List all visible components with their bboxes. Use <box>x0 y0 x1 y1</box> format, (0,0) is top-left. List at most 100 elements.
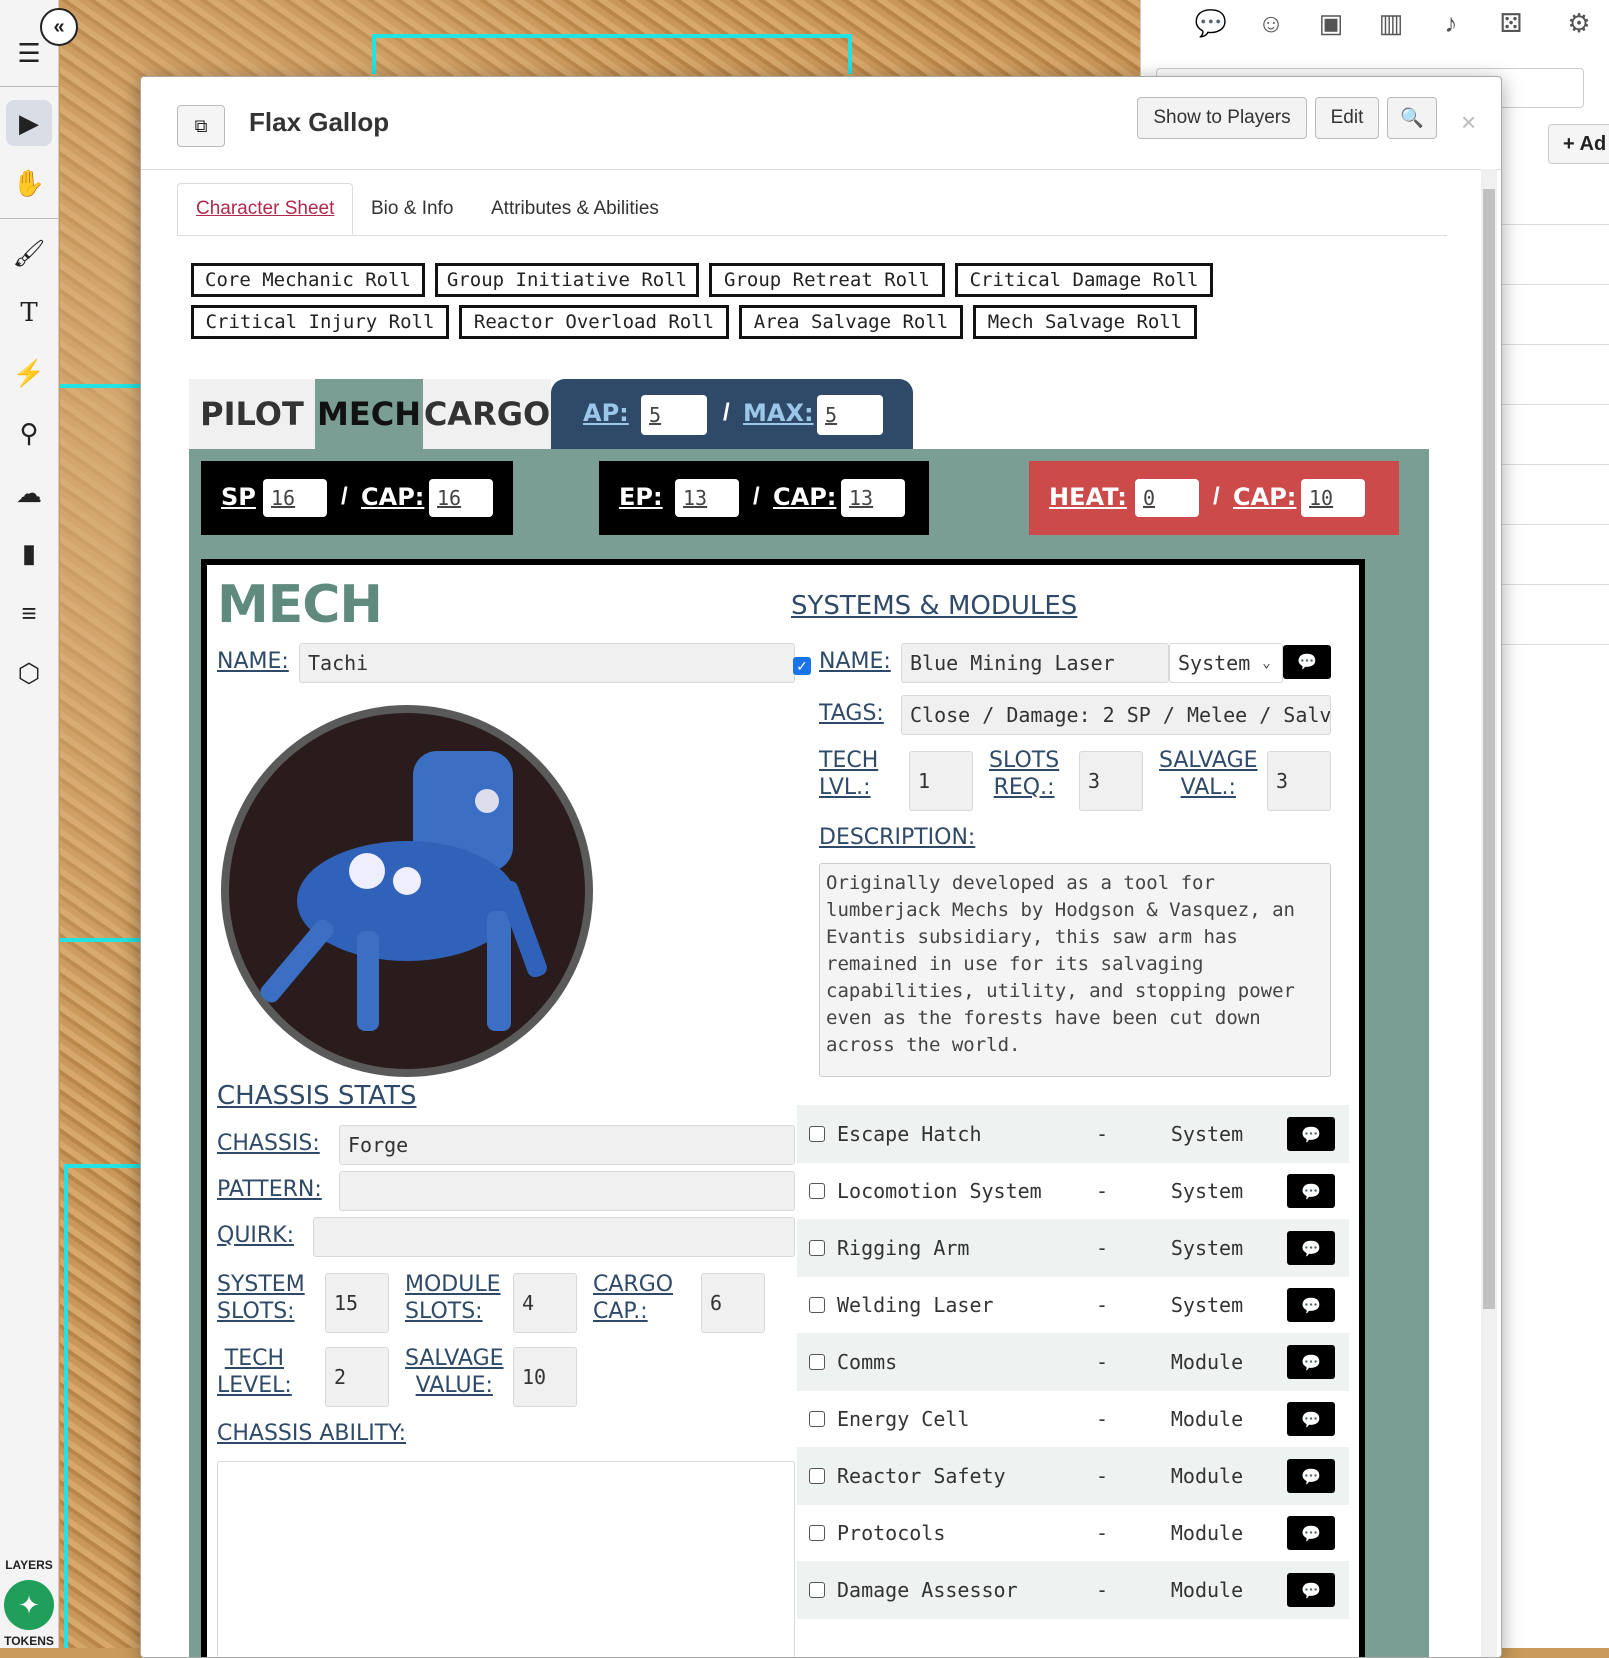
system-list-item: Energy Cell - Module 💬 <box>797 1390 1349 1448</box>
pattern-input[interactable] <box>339 1171 795 1211</box>
mech-tab-panel: SP 16 / CAP: 16 EP: 13 / CAP: 13 HEAT: 0… <box>189 449 1429 1657</box>
dialog-header: ⧉ Flax Gallop Show to Players Edit 🔍 × <box>141 77 1501 170</box>
tech-lvl-input[interactable]: 1 <box>909 751 973 811</box>
system-checkbox[interactable] <box>809 1183 825 1199</box>
tab-bio-info[interactable]: Bio & Info <box>353 183 471 235</box>
list-divider <box>1501 284 1609 285</box>
mech-name-input[interactable]: Tachi <box>299 643 795 683</box>
show-to-players-button[interactable]: Show to Players <box>1137 97 1307 139</box>
dice-icon[interactable]: ⬡ <box>6 650 52 696</box>
tech-level-input[interactable]: 2 <box>325 1347 389 1407</box>
system-checkbox[interactable] <box>809 1297 825 1313</box>
system-checkbox[interactable] <box>809 1411 825 1427</box>
system-checkbox[interactable] <box>809 1468 825 1484</box>
mech-portrait[interactable] <box>217 701 597 1081</box>
group-retreat-roll-button[interactable]: Group Retreat Roll <box>709 263 945 297</box>
slots-req-input[interactable]: 3 <box>1079 751 1143 811</box>
list-divider <box>1501 344 1609 345</box>
slots-req-label: SLOTS REQ.: <box>989 748 1060 800</box>
system-slots-input[interactable]: 15 <box>325 1273 389 1333</box>
tab-cargo[interactable]: CARGO <box>423 379 551 449</box>
chassis-input[interactable]: Forge <box>339 1125 795 1165</box>
settings-gear-icon[interactable]: ⚙ <box>1559 6 1599 40</box>
quirk-input[interactable] <box>313 1217 795 1257</box>
chat-icon[interactable]: 💬 <box>1287 1402 1335 1436</box>
journal-add-icon[interactable]: ▣ <box>1311 6 1351 40</box>
sp-cap-input[interactable]: 16 <box>429 479 493 517</box>
chat-icon[interactable]: 💬 <box>1191 6 1231 40</box>
group-initiative-roll-button[interactable]: Group Initiative Roll <box>435 263 699 297</box>
system-name-input[interactable]: Blue Mining Laser <box>901 643 1169 683</box>
weather-cloud-icon[interactable]: ☁ <box>6 470 52 516</box>
system-checkbox[interactable] <box>809 1525 825 1541</box>
system-active-checkbox[interactable]: ✓ <box>793 657 811 675</box>
chassis-ability-textarea[interactable] <box>217 1461 795 1657</box>
notes-icon[interactable]: ≡ <box>6 590 52 636</box>
tab-character-sheet[interactable]: Character Sheet <box>177 183 354 235</box>
search-icon[interactable]: 🔍 <box>1387 97 1437 139</box>
dialog-scrollbar[interactable] <box>1481 169 1497 1657</box>
collapse-toolbar-icon[interactable]: « <box>40 8 78 46</box>
mech-heading: MECH <box>217 575 383 635</box>
chat-icon[interactable]: 💬 <box>1287 1516 1335 1550</box>
tags-input[interactable]: Close / Damage: 2 SP / Melee / Salvag: <box>901 695 1331 735</box>
chat-icon[interactable]: 💬 <box>1287 1345 1335 1379</box>
add-button[interactable]: + Ad <box>1548 124 1609 164</box>
compendium-icon[interactable]: ▥ <box>1371 6 1411 40</box>
ep-cap-input[interactable]: 13 <box>841 479 905 517</box>
scroll-thumb[interactable] <box>1483 189 1495 1309</box>
chat-icon[interactable]: 💬 <box>1287 1573 1335 1607</box>
system-checkbox[interactable] <box>809 1354 825 1370</box>
brush-icon[interactable]: 🖌 <box>6 230 52 276</box>
heat-cap-input[interactable]: 10 <box>1301 479 1365 517</box>
system-type-select[interactable]: System ⌄ <box>1169 643 1283 683</box>
chat-icon[interactable]: 💬 <box>1287 1174 1335 1208</box>
popout-icon[interactable]: ⧉ <box>177 105 225 147</box>
heat-input[interactable]: 0 <box>1135 479 1199 517</box>
chat-icon[interactable]: 💬 <box>1283 645 1331 679</box>
system-checkbox[interactable] <box>809 1582 825 1598</box>
module-slots-input[interactable]: 4 <box>513 1273 577 1333</box>
mech-salvage-roll-button[interactable]: Mech Salvage Roll <box>973 305 1197 339</box>
system-checkbox[interactable] <box>809 1240 825 1256</box>
tab-mech[interactable]: MECH <box>315 379 423 449</box>
core-mechanic-roll-button[interactable]: Core Mechanic Roll <box>191 263 425 297</box>
heat-separator: / <box>1213 483 1220 510</box>
text-icon[interactable]: T <box>6 290 52 336</box>
salvage-val-input[interactable]: 3 <box>1267 751 1331 811</box>
salvage-value-input[interactable]: 10 <box>513 1347 577 1407</box>
jukebox-icon[interactable]: ♪ <box>1431 6 1471 40</box>
system-list-item: Locomotion System - System 💬 <box>797 1162 1349 1220</box>
critical-damage-roll-button[interactable]: Critical Damage Roll <box>955 263 1213 297</box>
select-icon[interactable]: ▶ <box>6 100 52 146</box>
map-region-line <box>60 938 140 942</box>
tab-attributes-abilities[interactable]: Attributes & Abilities <box>473 183 677 235</box>
ap-max-input[interactable]: 5 <box>817 395 883 435</box>
collections-icon[interactable]: ⚄ <box>1491 6 1531 40</box>
heat-cap-label: CAP: <box>1233 483 1297 511</box>
journal-icon[interactable]: ▮ <box>6 530 52 576</box>
token-layer-icon[interactable]: ✦ <box>4 1580 54 1630</box>
ep-input[interactable]: 13 <box>675 479 739 517</box>
map-region-line <box>64 1164 68 1648</box>
measure-icon[interactable]: ⚲ <box>6 410 52 456</box>
chat-icon[interactable]: 💬 <box>1287 1459 1335 1493</box>
pan-hand-icon[interactable]: ✋ <box>6 160 52 206</box>
close-icon[interactable]: × <box>1461 107 1476 138</box>
chat-icon[interactable]: 💬 <box>1287 1288 1335 1322</box>
area-salvage-roll-button[interactable]: Area Salvage Roll <box>739 305 963 339</box>
edit-button[interactable]: Edit <box>1315 97 1379 139</box>
cargo-cap-input[interactable]: 6 <box>701 1273 765 1333</box>
sp-input[interactable]: 16 <box>263 479 327 517</box>
chat-icon[interactable]: 💬 <box>1287 1231 1335 1265</box>
tab-pilot[interactable]: PILOT <box>189 379 315 449</box>
system-checkbox[interactable] <box>809 1126 825 1142</box>
system-item-type: Module <box>1170 1407 1244 1431</box>
character-icon[interactable]: ☺ <box>1251 6 1291 40</box>
description-textarea[interactable]: Originally developed as a tool for lumbe… <box>819 863 1331 1077</box>
lightning-icon[interactable]: ⚡ <box>6 350 52 396</box>
ap-input[interactable]: 5 <box>641 395 707 435</box>
reactor-overload-roll-button[interactable]: Reactor Overload Roll <box>459 305 729 339</box>
critical-injury-roll-button[interactable]: Critical Injury Roll <box>191 305 449 339</box>
chat-icon[interactable]: 💬 <box>1287 1117 1335 1151</box>
